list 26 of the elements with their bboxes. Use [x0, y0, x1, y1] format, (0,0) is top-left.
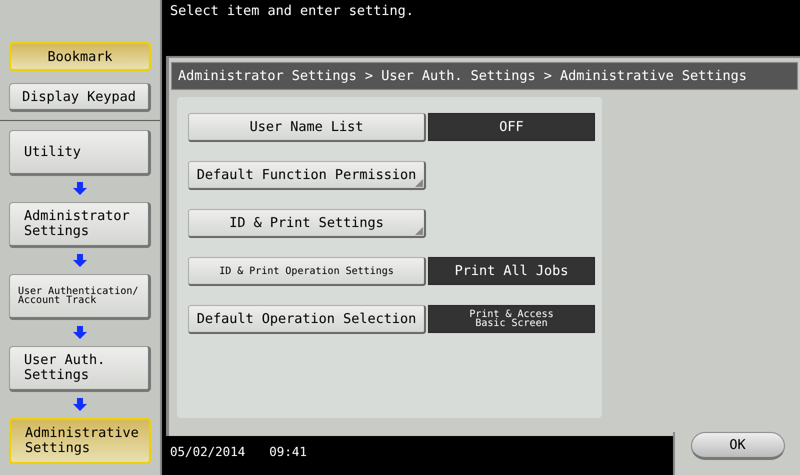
instruction-message: Select item and enter setting. — [170, 3, 414, 19]
path-button[interactable]: Administrative Settings — [9, 418, 151, 464]
sidebar-button[interactable]: Bookmark — [9, 42, 151, 71]
sidebar-button[interactable]: Display Keypad — [9, 83, 151, 112]
path-button[interactable]: User Auth. Settings — [9, 346, 151, 392]
setting-value: OFF — [428, 113, 595, 141]
date-text: 05/02/2014 — [170, 444, 246, 461]
path-button[interactable]: Administrator Settings — [9, 202, 151, 248]
time-text: 09:41 — [269, 444, 307, 461]
submenu-corner-icon — [415, 179, 423, 187]
down-arrow-icon — [73, 326, 87, 339]
down-arrow-icon — [73, 182, 87, 195]
setting-button[interactable]: ID & Print Operation Settings — [188, 257, 426, 286]
setting-value: Print All Jobs — [428, 257, 595, 285]
setting-value: Print & Access Basic Screen — [428, 305, 595, 333]
path-button[interactable]: Utility — [9, 130, 151, 176]
down-arrow-icon — [73, 398, 87, 411]
setting-button[interactable]: Default Function Permission — [188, 161, 426, 190]
setting-button[interactable]: Default Operation Selection — [188, 305, 426, 334]
path-button[interactable]: User Authentication/ Account Track — [9, 274, 151, 320]
breadcrumb-bar: Administrator Settings > User Auth. Settings > Administrative Settings — [171, 62, 798, 90]
ok-button[interactable]: OK — [690, 432, 784, 460]
submenu-corner-icon — [415, 227, 423, 235]
down-arrow-icon — [73, 254, 87, 267]
setting-button[interactable]: ID & Print Settings — [188, 209, 426, 238]
setting-button[interactable]: User Name List — [188, 113, 426, 142]
